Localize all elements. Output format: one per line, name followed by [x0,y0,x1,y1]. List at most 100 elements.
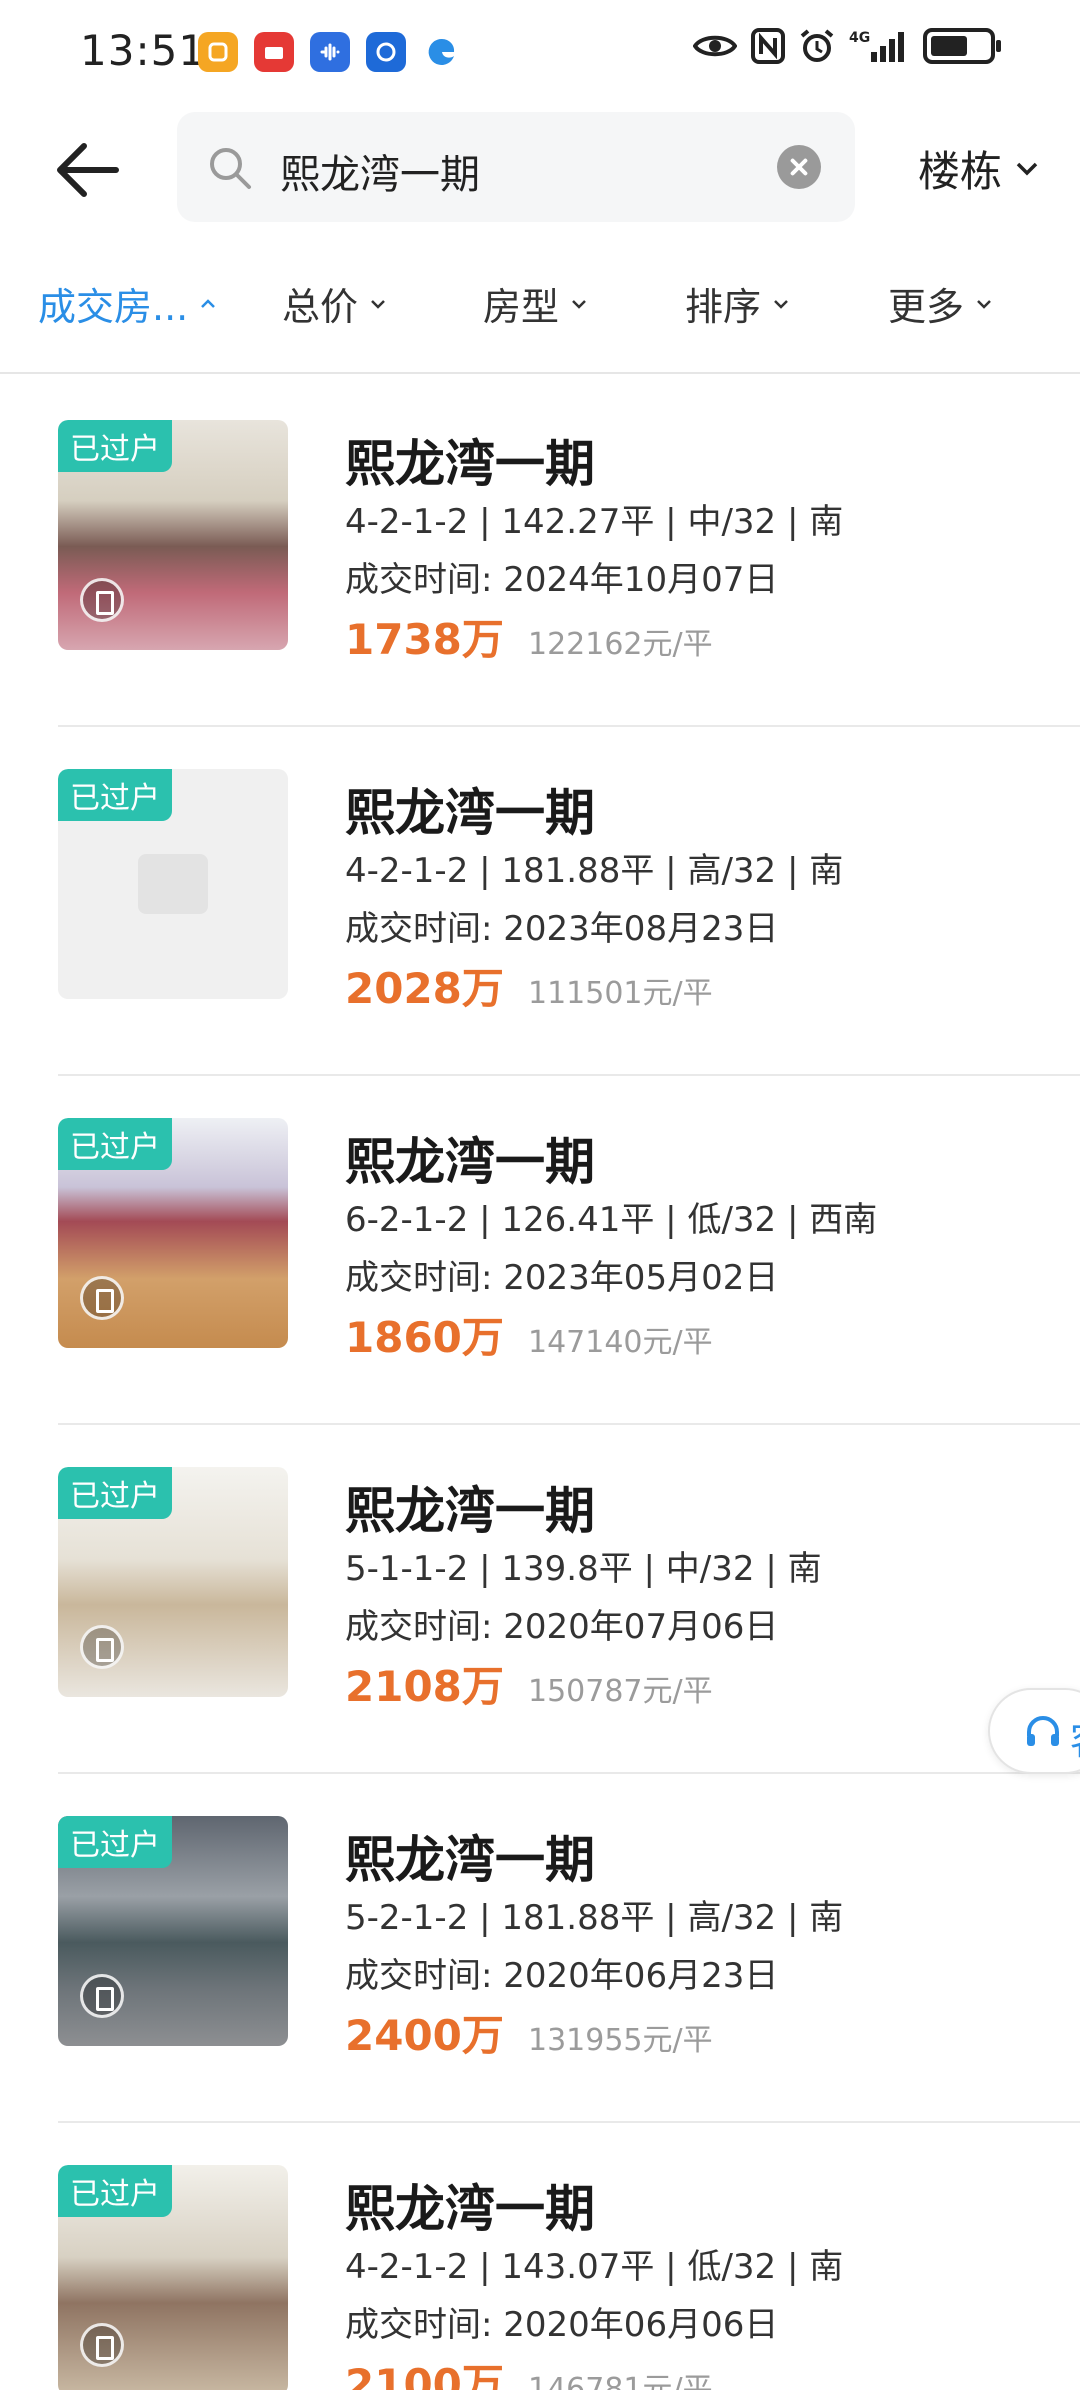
unit-price: 111501元/平 [528,976,713,1011]
listing-title: 熙龙湾一期 [345,784,595,842]
chevron-down-icon [572,299,586,309]
filter-bar: 成交房... 总价 房型 排序 更多 [0,262,1080,352]
total-price: 2108万 [345,1662,504,1711]
listing-thumbnail[interactable]: 已过户 [58,1118,288,1348]
listing-thumbnail[interactable]: 已过户 [58,420,288,650]
search-box[interactable]: 熙龙湾一期 [177,112,855,222]
chevron-down-icon [774,299,788,309]
status-badge: 已过户 [58,1816,172,1868]
total-price: 2028万 [345,964,504,1013]
deal-time-label: 成交时间: [345,1607,493,1647]
filter-label: 成交房... [38,285,189,329]
deal-time: 成交时间: 2023年08月23日 [345,901,778,950]
unit-price: 131955元/平 [528,2023,713,2058]
deal-time: 成交时间: 2023年05月02日 [345,1250,778,1299]
browser-notification-icon [366,32,406,72]
listing-title: 熙龙湾一期 [345,435,595,493]
svg-text:4G: 4G [849,30,870,46]
listing-title: 熙龙湾一期 [345,2180,595,2238]
building-dropdown-label: 楼栋 [918,147,1003,196]
deal-time-label: 成交时间: [345,1956,493,1996]
search-input[interactable]: 熙龙湾一期 [280,142,480,200]
status-badge: 已过户 [58,1467,172,1519]
chevron-down-icon [977,299,991,309]
filter-label: 房型 [483,285,560,329]
unit-price: 146781元/平 [528,2372,713,2390]
chevron-down-icon [1016,162,1038,175]
listing-specs: 4-2-1-2 | 181.88平 | 高/32 | 南 [345,851,844,891]
listing-thumbnail[interactable]: 已过户 [58,769,288,999]
listing-thumbnail[interactable]: 已过户 [58,1467,288,1697]
total-price: 2400万 [345,2011,504,2060]
listing-thumbnail[interactable]: 已过户 [58,2165,288,2390]
listing-item[interactable]: 已过户 熙龙湾一期 4-2-1-2 | 142.27平 | 中/32 | 南 成… [0,378,1080,727]
filter-label: 更多 [888,285,965,329]
listing-title: 熙龙湾一期 [345,1133,595,1191]
filter-label: 排序 [685,285,762,329]
notification-icons [198,32,462,72]
deal-time-label: 成交时间: [345,2305,493,2345]
status-badge: 已过户 [58,420,172,472]
listing-specs: 5-2-1-2 | 181.88平 | 高/32 | 南 [345,1898,844,1938]
status-bar: 13:51 4G [0,0,1080,105]
headset-icon [1027,1716,1059,1746]
shop-notification-icon [254,32,294,72]
vr-tour-icon [80,1276,124,1320]
deal-time-label: 成交时间: [345,909,493,949]
vr-tour-icon [80,2323,124,2367]
divider [0,372,1080,374]
total-price: 1860万 [345,1313,504,1362]
listing-item[interactable]: 已过户 熙龙湾一期 6-2-1-2 | 126.41平 | 低/32 | 西南 … [0,1076,1080,1425]
listing-item[interactable]: 已过户 熙龙湾一期 4-2-1-2 | 181.88平 | 高/32 | 南 成… [0,727,1080,1076]
listing-specs: 5-1-1-2 | 139.8平 | 中/32 | 南 [345,1549,822,1589]
image-placeholder-icon [138,854,208,914]
edge-notification-icon [422,32,462,72]
status-badge: 已过户 [58,1118,172,1170]
filter-layout[interactable]: 房型 [483,276,587,331]
listing-specs: 4-2-1-2 | 143.07平 | 低/32 | 南 [345,2247,844,2287]
customer-service-label: 客 [1070,1710,1080,1765]
search-header: 熙龙湾一期 楼栋 [0,105,1080,230]
listing-specs: 4-2-1-2 | 142.27平 | 中/32 | 南 [345,502,844,542]
vr-tour-icon [80,1974,124,2018]
unit-price: 150787元/平 [528,1674,713,1709]
filter-deal-type[interactable]: 成交房... [38,276,216,331]
filter-total-price[interactable]: 总价 [282,276,386,331]
deal-time: 成交时间: 2024年10月07日 [345,552,778,601]
listing-specs: 6-2-1-2 | 126.41平 | 低/32 | 西南 [345,1200,878,1240]
listing-item[interactable]: 已过户 熙龙湾一期 5-1-1-2 | 139.8平 | 中/32 | 南 成交… [0,1425,1080,1774]
app-notification-icon [198,32,238,72]
deal-time: 成交时间: 2020年07月06日 [345,1599,778,1648]
listing-item[interactable]: 已过户 熙龙湾一期 4-2-1-2 | 143.07平 | 低/32 | 南 成… [0,2123,1080,2390]
filter-label: 总价 [282,285,359,329]
battery-icon [923,28,1001,64]
listing-list: 已过户 熙龙湾一期 4-2-1-2 | 142.27平 | 中/32 | 南 成… [0,378,1080,2390]
deal-time-value: 2020年06月06日 [503,2305,779,2345]
deal-time-value: 2024年10月07日 [503,560,779,600]
deal-time-value: 2023年08月23日 [503,909,779,949]
listing-title: 熙龙湾一期 [345,1482,595,1540]
voice-notification-icon [310,32,350,72]
listing-title: 熙龙湾一期 [345,1831,595,1889]
vr-tour-icon [80,578,124,622]
search-icon [210,148,251,189]
back-button[interactable] [52,135,122,205]
deal-time-label: 成交时间: [345,560,493,600]
total-price: 1738万 [345,615,504,664]
deal-time: 成交时间: 2020年06月06日 [345,2297,778,2346]
deal-time: 成交时间: 2020年06月23日 [345,1948,778,1997]
unit-price: 122162元/平 [528,627,713,662]
clear-search-button[interactable] [777,145,821,189]
status-badge: 已过户 [58,769,172,821]
chevron-down-icon [371,299,385,309]
chevron-up-icon [201,298,216,308]
filter-sort[interactable]: 排序 [685,276,789,331]
listing-thumbnail[interactable]: 已过户 [58,1816,288,2046]
eye-icon [693,35,737,57]
listing-item[interactable]: 已过户 熙龙湾一期 5-2-1-2 | 181.88平 | 高/32 | 南 成… [0,1774,1080,2123]
filter-more[interactable]: 更多 [888,276,992,331]
status-time: 13:51 [80,26,207,75]
nfc-icon [751,28,785,64]
building-dropdown[interactable]: 楼栋 [918,138,1038,199]
customer-service-button[interactable]: 客 [988,1688,1080,1774]
